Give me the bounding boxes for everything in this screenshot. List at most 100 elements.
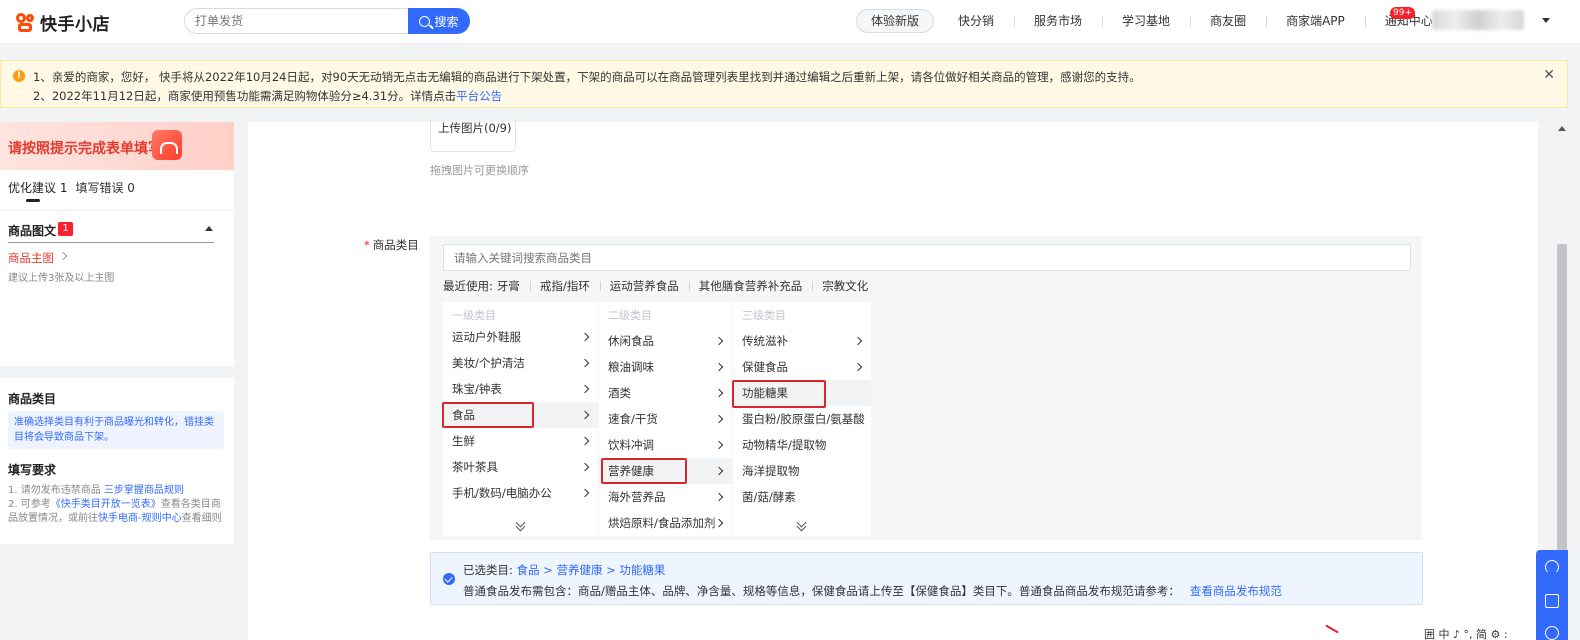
scroll-up-arrow-icon[interactable] (1558, 126, 1566, 131)
rule-3: 品放置情况，或前往快手电商-规则中心查看细则 (8, 509, 222, 524)
notification-badge: 99+ (1390, 7, 1415, 19)
selected-category-label: 已选类目: (463, 563, 513, 577)
recent-category-item[interactable]: 牙膏 (497, 278, 530, 294)
announcement-line-2: 2、2022年11月12日起，商家使用预售功能需满足购物体验分≥4.31分。详情… (33, 88, 502, 104)
level-3-item[interactable]: 蛋白粉/胶原蛋白/氨基酸 (733, 406, 871, 432)
chevron-right-icon (580, 332, 590, 342)
recent-category-item[interactable]: 戒指/指环 (529, 278, 600, 294)
recent-category-item[interactable]: 运动营养食品 (599, 278, 689, 294)
help-icon[interactable] (1545, 626, 1559, 640)
drag-reorder-hint: 拖拽图片可更换顺序 (430, 164, 529, 177)
category-help-panel: 商品类目 准确选择类目有利于商品曝光和转化，错挂类目将会导致商品下架。 填写要求… (0, 378, 234, 544)
level-2-item-label: 速食/干货 (608, 412, 658, 426)
level-2-item-selected[interactable]: 营养健康 (599, 458, 732, 484)
level-1-item-label: 美妆/个护清洁 (452, 356, 525, 370)
level-1-item[interactable]: 生鲜 (443, 428, 598, 454)
recent-categories: 最近使用: 牙膏 戒指/指环 运动营养食品 其他膳食营养补充品 宗教文化 (443, 278, 878, 294)
level-3-item[interactable]: 海洋提取物 (733, 458, 871, 484)
headset-support-icon[interactable] (1545, 560, 1559, 574)
section-title-product-media: 商品图文 (8, 224, 57, 238)
selected-category-path[interactable]: 食品 > 营养健康 > 功能糖果 (517, 563, 666, 577)
level-2-item-label: 营养健康 (608, 464, 654, 478)
platform-announcement-link[interactable]: 平台公告 (456, 89, 502, 103)
level-1-item[interactable]: 运动户外鞋服 (443, 324, 598, 350)
tab-optimization-suggestions[interactable]: 优化建议 1 (8, 179, 67, 196)
chevron-right-icon (580, 410, 590, 420)
level-2-item[interactable]: 酒类 (599, 380, 732, 406)
nav-merchant-app[interactable]: 商家端APP (1266, 9, 1365, 33)
selected-category-note: 普通食品发布需包含：商品/赠品主体、品牌、净含量、规格等信息，保健食品请上传至【… (463, 584, 1180, 598)
feedback-edit-icon[interactable] (1545, 594, 1559, 608)
level-1-item[interactable]: 美妆/个护清洁 (443, 350, 598, 376)
double-chevron-down-icon[interactable] (796, 520, 808, 530)
level-2-item-label: 休闲食品 (608, 334, 654, 348)
chevron-right-icon (853, 362, 863, 372)
level-3-item[interactable]: 动物精华/提取物 (733, 432, 871, 458)
announcement-line-2-text: 2、2022年11月12日起，商家使用预售功能需满足购物体验分≥4.31分。详情… (33, 89, 457, 103)
order-search-input[interactable] (184, 8, 408, 34)
category-field-label: * 商品类目 (364, 238, 419, 252)
recent-category-item[interactable]: 其他膳食营养补充品 (688, 278, 813, 294)
announcement-banner: ! 1、亲爱的商家，您好， 快手将从2022年10月24日起，对90天无动销无点… (0, 60, 1568, 108)
level-1-header: 一级类目 (452, 309, 496, 322)
recent-category-item[interactable]: 宗教文化 (812, 278, 878, 294)
nav-service-market[interactable]: 服务市场 (1014, 9, 1102, 33)
level-3-item-label: 功能糖果 (742, 386, 788, 400)
level-2-item[interactable]: 饮料冲调 (599, 432, 732, 458)
recent-label: 最近使用: (443, 279, 493, 293)
publish-spec-link[interactable]: 查看商品发布规范 (1190, 584, 1282, 598)
level-1-item-selected[interactable]: 食品 (443, 402, 598, 428)
floating-toolbar (1536, 550, 1568, 640)
collapse-caret-icon[interactable] (205, 226, 213, 231)
user-account-blurred[interactable] (1432, 10, 1524, 30)
kuaishou-logo[interactable]: 快手小店 (16, 10, 110, 35)
level-3-item-label: 传统滋补 (742, 334, 788, 348)
level-3-item-selected[interactable]: 功能糖果 (733, 380, 871, 406)
announcement-line-1: 1、亲爱的商家，您好， 快手将从2022年10月24日起，对90天无动销无点击无… (33, 70, 1141, 84)
level-3-item[interactable]: 保健食品 (733, 354, 871, 380)
level-2-item[interactable]: 烘焙原料/食品添加剂 (599, 510, 732, 536)
level-2-item[interactable]: 海外营养品 (599, 484, 732, 510)
selected-category-line: 已选类目: 食品 > 营养健康 > 功能糖果 (463, 562, 665, 578)
ime-toolbar[interactable]: 囲 中 ♪ °, 简 ⚙ : (1424, 626, 1508, 640)
level-1-item-label: 手机/数码/电脑办公 (452, 486, 552, 500)
chevron-right-icon (714, 362, 724, 372)
logo-icon (16, 12, 36, 33)
rule-2: 2. 可参考《快手类目开放一览表》查看各类目商 (8, 495, 221, 510)
check-circle-icon (443, 573, 455, 585)
user-dropdown-caret-icon[interactable] (1542, 18, 1550, 23)
level-2-item[interactable]: 粮油调味 (599, 354, 732, 380)
main-image-hint: 建议上传3张及以上主图 (8, 273, 115, 284)
level-2-item[interactable]: 休闲食品 (599, 328, 732, 354)
level-2-item[interactable]: 速食/干货 (599, 406, 732, 432)
nav-kuaifenxiao[interactable]: 快分销 (938, 9, 1014, 33)
level-1-item[interactable]: 手机/数码/电脑办公 (443, 480, 598, 506)
guide-tabs: 优化建议 1 填写错误 0 (8, 179, 135, 196)
chevron-right-icon (58, 251, 68, 261)
close-icon[interactable]: ✕ (1543, 67, 1555, 83)
double-chevron-down-icon[interactable] (515, 520, 527, 530)
rule-1: 1. 请勿发布违禁商品 三步掌握商品规则 (8, 481, 184, 496)
level-3-item-label: 保健食品 (742, 360, 788, 374)
rule-3-text: 品放置情况，或前往 (8, 513, 98, 524)
suggestion-count-badge: 1 (58, 222, 73, 236)
level-2-item-label: 粮油调味 (608, 360, 654, 374)
search-button[interactable]: 搜索 (408, 8, 470, 34)
main-image-link[interactable]: 商品主图 (8, 250, 54, 266)
chevron-right-icon (580, 384, 590, 394)
level-1-item[interactable]: 茶叶茶具 (443, 454, 598, 480)
category-selector: 最近使用: 牙膏 戒指/指环 运动营养食品 其他膳食营养补充品 宗教文化 一级类… (430, 236, 1422, 540)
try-new-version-button[interactable]: 体验新版 (856, 9, 935, 33)
level-3-item-label: 菌/菇/酵素 (742, 490, 796, 504)
rule-center-link[interactable]: 快手电商-规则中心 (98, 513, 182, 524)
tab-fill-errors[interactable]: 填写错误 0 (75, 179, 134, 196)
category-search-input[interactable] (443, 244, 1411, 271)
nav-merchant-circle[interactable]: 商友圈 (1190, 9, 1266, 33)
chevron-right-icon (714, 492, 724, 502)
chevron-right-icon (714, 440, 724, 450)
level-3-item[interactable]: 传统滋补 (733, 328, 871, 354)
nav-learning-base[interactable]: 学习基地 (1102, 9, 1190, 33)
level-1-item[interactable]: 珠宝/钟表 (443, 376, 598, 402)
level-3-item[interactable]: 菌/菇/酵素 (733, 484, 871, 510)
logo-text: 快手小店 (40, 15, 110, 35)
